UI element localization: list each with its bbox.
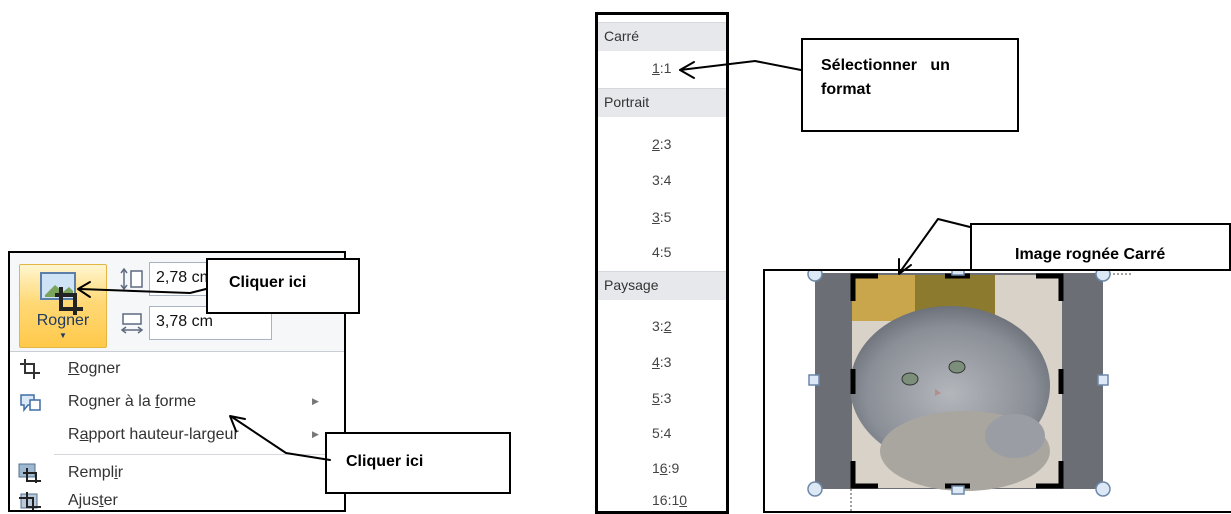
annotation-arrows [77, 60, 971, 461]
